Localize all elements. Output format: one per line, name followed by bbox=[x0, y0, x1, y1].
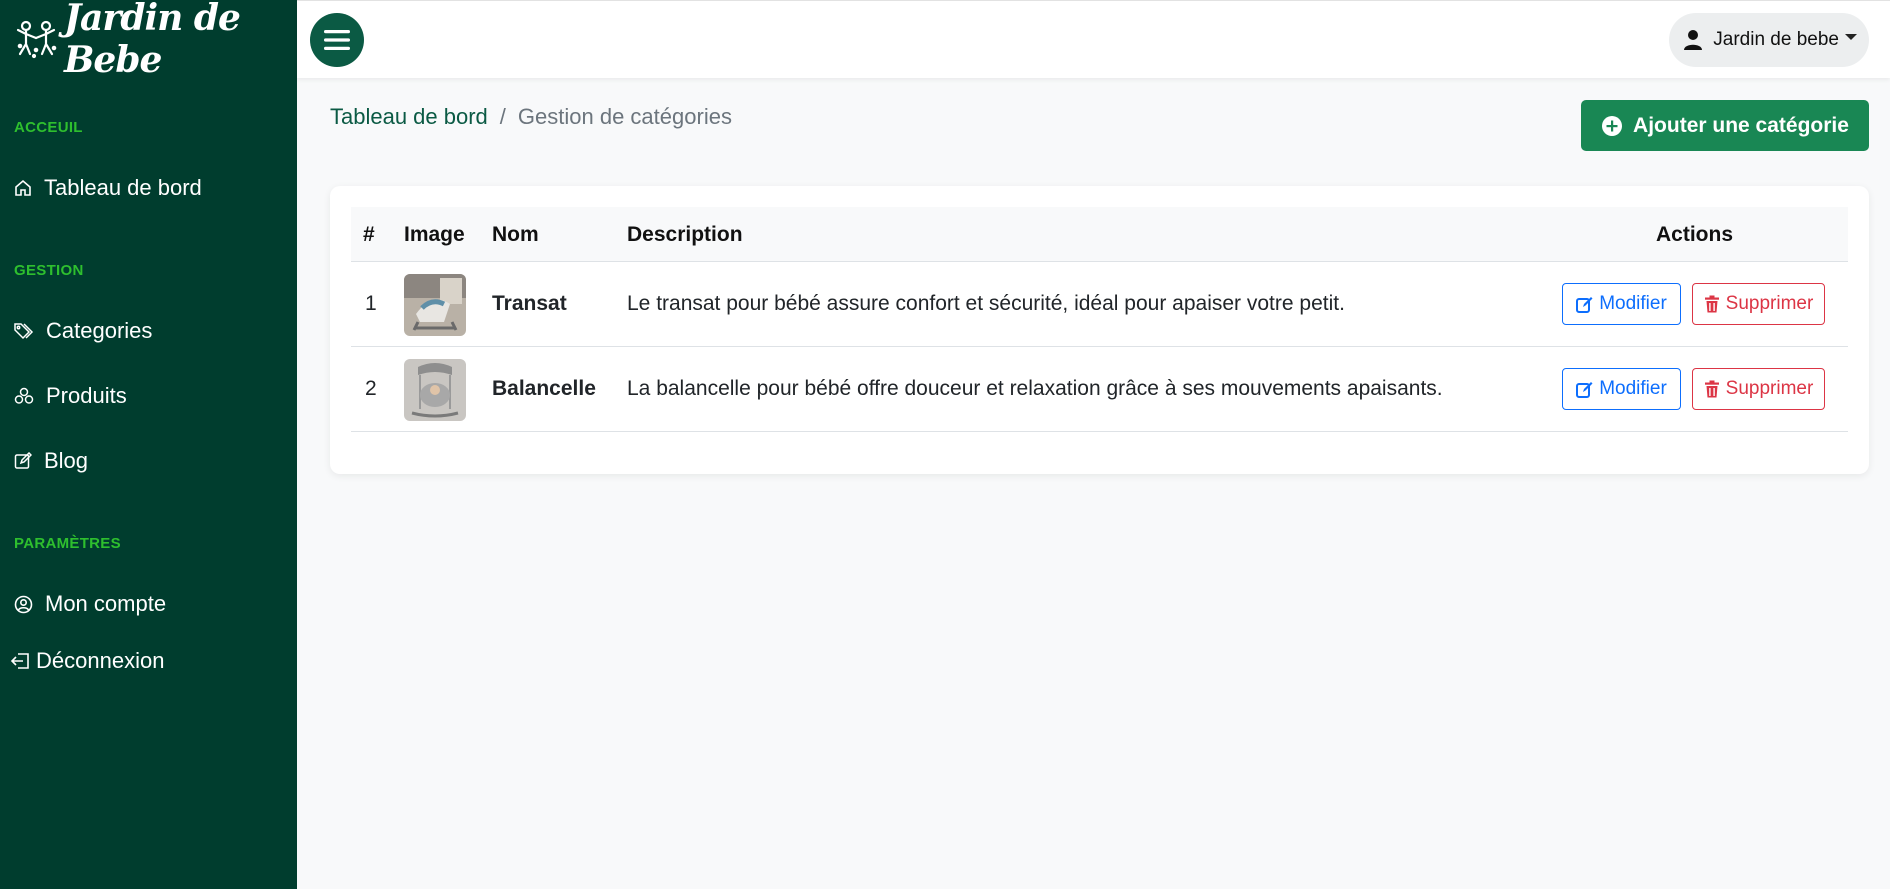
sidebar-item-label: Produits bbox=[46, 383, 127, 408]
plus-circle-icon bbox=[1602, 115, 1623, 136]
sidebar-item-dashboard[interactable]: Tableau de bord bbox=[14, 175, 202, 201]
user-name: Jardin de bebe bbox=[1713, 29, 1839, 50]
edit-button[interactable]: Modifier bbox=[1562, 368, 1681, 410]
header-actions: Actions bbox=[1656, 223, 1734, 246]
delete-label: Supprimer bbox=[1725, 293, 1814, 314]
row-name: Transat bbox=[492, 292, 567, 315]
table-header: # Image Nom Description Actions bbox=[351, 207, 1848, 262]
categories-card: # Image Nom Description Actions 1 Transa… bbox=[330, 186, 1869, 474]
header-description: Description bbox=[627, 223, 743, 246]
category-image[interactable] bbox=[404, 359, 466, 421]
sidebar-item-label: Categories bbox=[46, 318, 153, 343]
sidebar-item-label: Mon compte bbox=[45, 591, 167, 616]
brand[interactable]: Jardin de Bebe bbox=[0, 0, 297, 81]
edit-label: Modifier bbox=[1599, 378, 1667, 399]
edit-square-icon bbox=[14, 452, 32, 469]
section-title-settings: PARAMÈTRES bbox=[14, 535, 121, 552]
section-title-home: ACCEUIL bbox=[14, 119, 83, 136]
sidebar-item-products[interactable]: Produits bbox=[14, 383, 127, 409]
sidebar-item-account[interactable]: Mon compte bbox=[14, 591, 166, 617]
header-image: Image bbox=[404, 223, 465, 246]
breadcrumb: Tableau de bord / Gestion de catégories bbox=[330, 104, 732, 130]
edit-label: Modifier bbox=[1599, 293, 1667, 314]
children-logo-icon bbox=[14, 15, 60, 63]
sidebar-item-logout[interactable]: Déconnexion bbox=[10, 648, 164, 674]
sidebar-item-label: Tableau de bord bbox=[44, 175, 202, 200]
tags-icon bbox=[14, 323, 34, 340]
breadcrumb-home-link[interactable]: Tableau de bord bbox=[330, 104, 488, 130]
row-description: Le transat pour bébé assure confort et s… bbox=[627, 292, 1345, 315]
section-title-management: GESTION bbox=[14, 262, 84, 279]
category-image[interactable] bbox=[404, 274, 466, 336]
hamburger-icon bbox=[324, 30, 350, 50]
sidebar-item-label: Blog bbox=[44, 448, 89, 473]
delete-button[interactable]: Supprimer bbox=[1692, 368, 1825, 410]
row-index: 1 bbox=[365, 292, 377, 315]
sidebar-item-blog[interactable]: Blog bbox=[14, 448, 88, 474]
user-circle-icon bbox=[14, 595, 33, 613]
trash-icon bbox=[1704, 295, 1719, 313]
boxes-icon bbox=[14, 387, 34, 404]
categories-table: # Image Nom Description Actions 1 Transa… bbox=[351, 207, 1848, 432]
row-name: Balancelle bbox=[492, 377, 596, 400]
table-row: 2 Balancelle La balancelle pour bébé off… bbox=[351, 347, 1848, 432]
header-index: # bbox=[363, 223, 375, 246]
breadcrumb-separator: / bbox=[499, 104, 506, 129]
edit-icon bbox=[1576, 296, 1593, 313]
delete-label: Supprimer bbox=[1725, 378, 1814, 399]
user-menu-button[interactable]: Jardin de bebe bbox=[1669, 13, 1869, 67]
menu-toggle-button[interactable] bbox=[310, 13, 364, 67]
row-index: 2 bbox=[365, 377, 377, 400]
delete-button[interactable]: Supprimer bbox=[1692, 283, 1825, 325]
edit-icon bbox=[1576, 381, 1593, 398]
add-category-label: Ajouter une catégorie bbox=[1633, 113, 1849, 137]
header-name: Nom bbox=[492, 223, 539, 246]
edit-button[interactable]: Modifier bbox=[1562, 283, 1681, 325]
table-row: 1 Transat Le transat pour bébé assure co… bbox=[351, 262, 1848, 347]
home-icon bbox=[15, 179, 31, 196]
topbar: Jardin de bebe bbox=[297, 0, 1890, 78]
row-description: La balancelle pour bébé offre douceur et… bbox=[627, 377, 1443, 400]
add-category-button[interactable]: Ajouter une catégorie bbox=[1581, 100, 1869, 151]
user-icon bbox=[1684, 30, 1703, 50]
trash-icon bbox=[1704, 380, 1719, 398]
sidebar-item-label: Déconnexion bbox=[36, 648, 165, 673]
logout-icon bbox=[10, 653, 29, 669]
breadcrumb-current: Gestion de catégories bbox=[517, 104, 732, 129]
sidebar-item-categories[interactable]: Categories bbox=[14, 318, 152, 344]
brand-name: Jardin de Bebe bbox=[64, 0, 241, 81]
chevron-down-icon bbox=[1845, 34, 1857, 40]
sidebar: Jardin de Bebe ACCEUIL Tableau de bord G… bbox=[0, 0, 297, 889]
